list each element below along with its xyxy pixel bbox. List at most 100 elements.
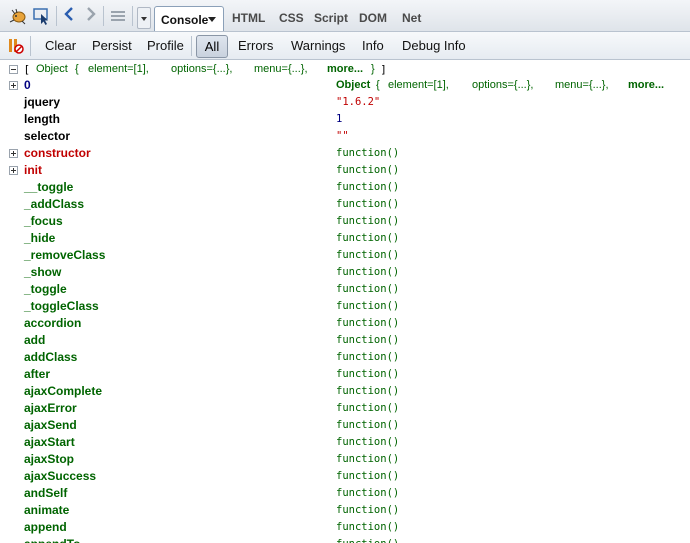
property-name: _toggle: [24, 282, 67, 296]
property-value[interactable]: function(): [336, 470, 399, 482]
table-row[interactable]: andSelf function(): [0, 485, 690, 502]
filter-all-button[interactable]: All: [196, 35, 228, 58]
value-more[interactable]: more...: [628, 79, 664, 91]
summary-object: Object: [36, 63, 68, 75]
collapse-icon[interactable]: [9, 65, 18, 74]
summary-more[interactable]: more...: [327, 63, 363, 75]
property-value[interactable]: function(): [336, 181, 399, 193]
menu-list-icon[interactable]: [108, 6, 128, 26]
tab-script[interactable]: Script: [314, 8, 348, 28]
property-name: ajaxStop: [24, 452, 75, 466]
property-value[interactable]: function(): [336, 504, 399, 516]
property-name: __toggle: [24, 180, 74, 194]
property-name: ajaxSuccess: [24, 469, 97, 483]
inspect-icon[interactable]: [32, 6, 52, 26]
table-row[interactable]: ajaxStop function(): [0, 451, 690, 468]
table-row[interactable]: ajaxSuccess function(): [0, 468, 690, 485]
table-row[interactable]: init function(): [0, 162, 690, 179]
expand-icon[interactable]: [9, 81, 18, 90]
tab-console[interactable]: Console: [154, 6, 224, 31]
property-name: andSelf: [24, 486, 68, 500]
expand-icon[interactable]: [9, 149, 18, 158]
toolbar-separator: [30, 36, 31, 56]
persist-button[interactable]: Persist: [92, 37, 132, 55]
property-value[interactable]: function(): [336, 164, 399, 176]
property-value[interactable]: function(): [336, 317, 399, 329]
tab-net[interactable]: Net: [402, 8, 421, 28]
chevron-down-icon[interactable]: [208, 17, 216, 22]
expand-icon[interactable]: [9, 166, 18, 175]
panel-dropdown-button[interactable]: [137, 7, 151, 29]
table-row[interactable]: _removeClass function(): [0, 247, 690, 264]
console-output: [ Object { element=[1], options={...}, m…: [0, 60, 690, 543]
tab-css[interactable]: CSS: [279, 8, 304, 28]
tab-html[interactable]: HTML: [232, 8, 265, 28]
filter-info-button[interactable]: Info: [362, 37, 384, 55]
table-row[interactable]: _addClass function(): [0, 196, 690, 213]
property-name: accordion: [24, 316, 82, 330]
property-value: "1.6.2": [336, 96, 381, 108]
table-row[interactable]: constructor function(): [0, 145, 690, 162]
property-value[interactable]: function(): [336, 368, 399, 380]
filter-errors-button[interactable]: Errors: [238, 37, 273, 55]
table-row[interactable]: jquery "1.6.2": [0, 94, 690, 111]
table-row[interactable]: append function(): [0, 519, 690, 536]
property-name: _focus: [24, 214, 63, 228]
break-on-errors-icon[interactable]: [6, 36, 26, 56]
property-value[interactable]: function(): [336, 334, 399, 346]
table-row[interactable]: ajaxStart function(): [0, 434, 690, 451]
table-row[interactable]: accordion function(): [0, 315, 690, 332]
property-value[interactable]: function(): [336, 385, 399, 397]
property-name: append: [24, 520, 67, 534]
profile-button[interactable]: Profile: [147, 37, 184, 55]
property-value[interactable]: function(): [336, 453, 399, 465]
property-value[interactable]: function(): [336, 419, 399, 431]
filter-debug-info-button[interactable]: Debug Info: [402, 37, 466, 55]
table-row[interactable]: _show function(): [0, 264, 690, 281]
back-arrow-icon[interactable]: [60, 6, 78, 26]
property-value[interactable]: function(): [336, 283, 399, 295]
table-row[interactable]: length 1: [0, 111, 690, 128]
table-row[interactable]: ajaxComplete function(): [0, 383, 690, 400]
property-value[interactable]: function(): [336, 300, 399, 312]
tab-dom[interactable]: DOM: [359, 8, 387, 28]
filter-warnings-button[interactable]: Warnings: [291, 37, 345, 55]
table-row[interactable]: ajaxSend function(): [0, 417, 690, 434]
table-row[interactable]: __toggle function(): [0, 179, 690, 196]
table-row[interactable]: add function(): [0, 332, 690, 349]
property-name: after: [24, 367, 51, 381]
table-row[interactable]: addClass function(): [0, 349, 690, 366]
table-row[interactable]: _toggle function(): [0, 281, 690, 298]
property-value[interactable]: function(): [336, 232, 399, 244]
forward-arrow-icon[interactable]: [82, 6, 100, 26]
property-name: ajaxStart: [24, 435, 75, 449]
property-value[interactable]: function(): [336, 215, 399, 227]
clear-button[interactable]: Clear: [45, 37, 76, 55]
property-value[interactable]: function(): [336, 487, 399, 499]
property-name: length: [24, 112, 60, 126]
property-value[interactable]: function(): [336, 402, 399, 414]
table-row[interactable]: _focus function(): [0, 213, 690, 230]
property-name: constructor: [24, 146, 91, 160]
table-row[interactable]: appendTo function(): [0, 536, 690, 543]
property-name: ajaxError: [24, 401, 77, 415]
table-row[interactable]: animate function(): [0, 502, 690, 519]
property-value[interactable]: function(): [336, 538, 399, 543]
property-value[interactable]: function(): [336, 266, 399, 278]
property-value[interactable]: function(): [336, 198, 399, 210]
table-row[interactable]: ajaxError function(): [0, 400, 690, 417]
summary-brace-close: }: [371, 63, 375, 75]
table-row[interactable]: _hide function(): [0, 230, 690, 247]
property-value[interactable]: function(): [336, 436, 399, 448]
property-value[interactable]: function(): [336, 521, 399, 533]
property-value[interactable]: function(): [336, 147, 399, 159]
table-row[interactable]: after function(): [0, 366, 690, 383]
table-row[interactable]: selector "": [0, 128, 690, 145]
property-value[interactable]: function(): [336, 351, 399, 363]
firebug-icon[interactable]: [8, 6, 28, 26]
table-row[interactable]: 0 Object {element=[1], options={...}, menu={…: [0, 77, 690, 94]
value-menu: menu={...},: [555, 79, 609, 91]
property-value[interactable]: function(): [336, 249, 399, 261]
table-row[interactable]: _toggleClass function(): [0, 298, 690, 315]
toolbar-separator: [132, 6, 133, 26]
